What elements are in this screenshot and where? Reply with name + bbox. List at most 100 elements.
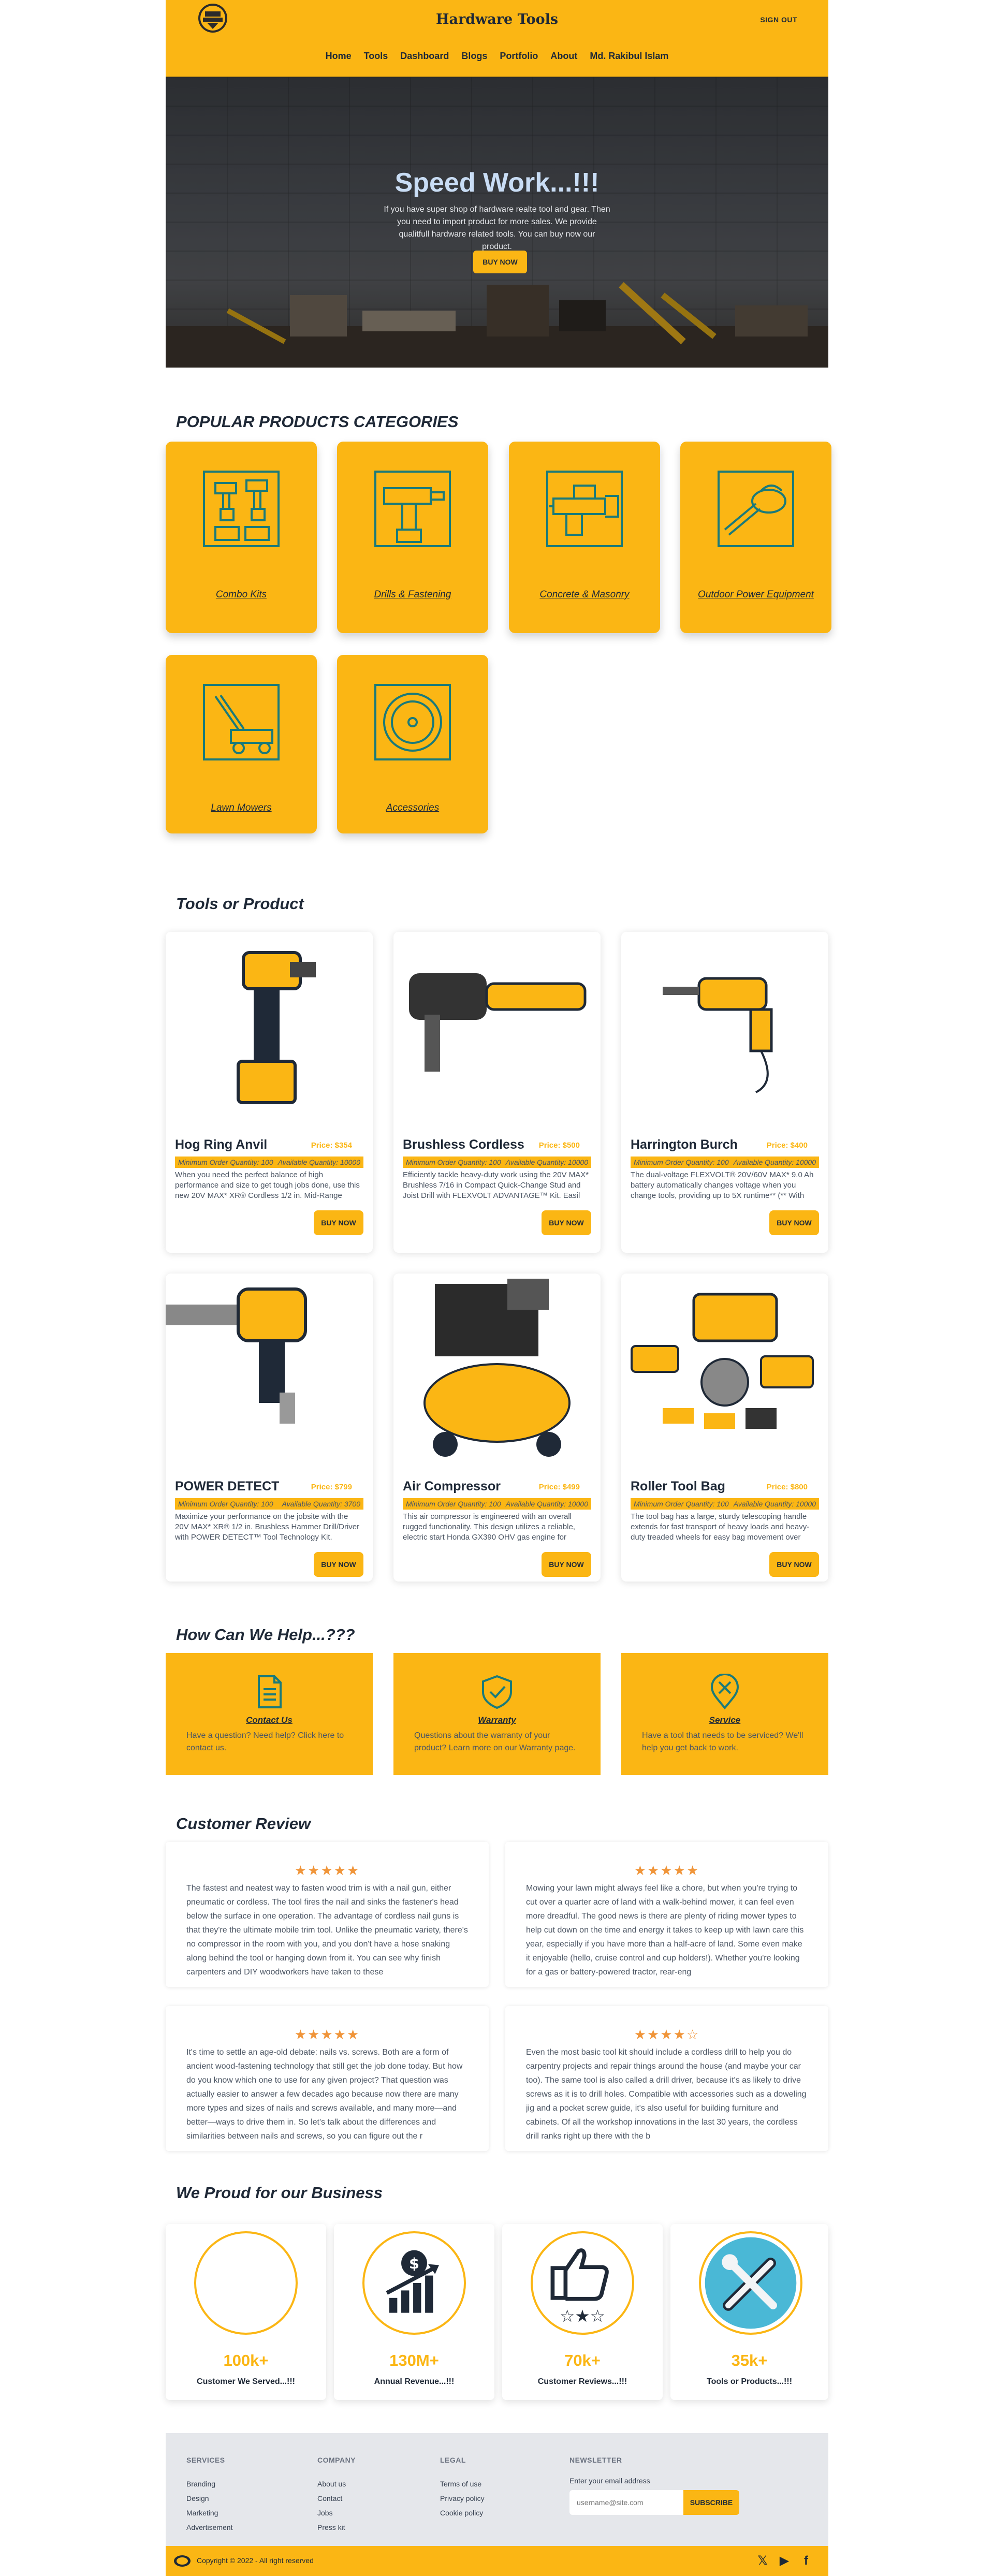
available-quantity: Available Quantity: 10000 xyxy=(505,1500,588,1508)
customers-icon xyxy=(194,2231,298,2335)
stats-title: We Proud for our Business xyxy=(176,2184,383,2202)
category-label: Outdoor Power Equipment xyxy=(698,589,814,600)
subscribe-button[interactable]: SUBSCRIBE xyxy=(683,2490,739,2515)
footer-link[interactable]: Terms of use xyxy=(440,2477,485,2491)
stat-value: 70k+ xyxy=(564,2351,601,2369)
nav-portfolio[interactable]: Portfolio xyxy=(500,51,538,62)
product-price: Price: $400 xyxy=(766,1141,808,1150)
help-card-title: Contact Us xyxy=(246,1715,293,1725)
product-name: Roller Tool Bag xyxy=(631,1479,725,1494)
sign-out-button[interactable]: SIGN OUT xyxy=(760,16,797,24)
footer-link[interactable]: Jobs xyxy=(317,2506,356,2520)
shield-check-icon xyxy=(482,1675,512,1709)
product-quantity-bar: Minimum Order Quantity: 100 Available Qu… xyxy=(631,1498,819,1510)
help-card-contact[interactable]: Contact Us Have a question? Need help? C… xyxy=(166,1653,373,1775)
help-card-description: Have a tool that needs to be serviced? W… xyxy=(642,1731,803,1752)
category-card-accessories[interactable]: Accessories xyxy=(337,655,488,833)
product-image-right-angle-drill xyxy=(409,973,587,1072)
product-card: POWER DETECT Price: $799 Minimum Order Q… xyxy=(166,1274,373,1582)
nav-tools[interactable]: Tools xyxy=(364,51,388,62)
review-text: Mowing your lawn might always feel like … xyxy=(526,1884,804,1977)
product-quantity-bar: Minimum Order Quantity: 100 Available Qu… xyxy=(175,1498,363,1510)
product-description: Efficiently tackle heavy-duty work using… xyxy=(403,1170,589,1200)
footer-link[interactable]: Cookie policy xyxy=(440,2506,485,2520)
nav-blogs[interactable]: Blogs xyxy=(461,51,487,62)
category-card-drills[interactable]: Drills & Fastening xyxy=(337,442,488,633)
tools-icon xyxy=(699,2231,802,2335)
help-card-title: Service xyxy=(709,1715,741,1725)
buy-now-button[interactable]: BUY NOW xyxy=(314,1210,363,1235)
product-price: Price: $800 xyxy=(766,1483,808,1491)
category-label: Concrete & Masonry xyxy=(539,589,630,600)
twitter-icon[interactable]: 𝕏 xyxy=(756,2553,769,2569)
category-label: Lawn Mowers xyxy=(211,802,272,813)
product-price: Price: $500 xyxy=(538,1141,580,1150)
navbar: Hardware Tools SIGN OUT Home Tools Dashb… xyxy=(166,0,828,77)
rating-stars: ★★★★☆ xyxy=(634,2027,700,2042)
category-card-concrete[interactable]: Concrete & Masonry xyxy=(509,442,660,633)
footer-link[interactable]: About us xyxy=(317,2477,356,2491)
help-card-warranty[interactable]: Warranty Questions about the warranty of… xyxy=(393,1653,601,1775)
thumbs-up-stars-icon: ☆★☆ xyxy=(531,2231,634,2335)
product-card: Harrington Burch Price: $400 Minimum Ord… xyxy=(621,932,828,1253)
min-order-quantity: Minimum Order Quantity: 100 xyxy=(634,1158,729,1166)
nav-dashboard[interactable]: Dashboard xyxy=(400,51,449,62)
nav-home[interactable]: Home xyxy=(326,51,352,62)
min-order-quantity: Minimum Order Quantity: 100 xyxy=(406,1158,501,1166)
product-name: Air Compressor xyxy=(403,1479,501,1494)
product-price: Price: $799 xyxy=(311,1483,352,1491)
stat-card-customers: 100k+ Customer We Served...!!! xyxy=(166,2224,326,2400)
saw-blade-icon xyxy=(374,684,451,760)
hero-buy-now-button[interactable]: BUY NOW xyxy=(473,251,527,273)
category-label: Drills & Fastening xyxy=(374,589,451,600)
hero-banner: Speed Work...!!! If you have super shop … xyxy=(166,77,828,368)
footer-link[interactable]: Design xyxy=(186,2491,232,2506)
wrench-location-icon xyxy=(710,1674,739,1710)
product-description: When you need the perfect balance of hig… xyxy=(175,1170,360,1200)
hero-title: Speed Work...!!! xyxy=(394,168,600,198)
available-quantity: Available Quantity: 3700 xyxy=(282,1500,360,1508)
footer-link[interactable]: Press kit xyxy=(317,2520,356,2535)
category-card-combo-kits[interactable]: Combo Kits xyxy=(166,442,317,633)
nav-menu: Home Tools Dashboard Blogs Portfolio Abo… xyxy=(166,51,828,62)
footer-link[interactable]: Privacy policy xyxy=(440,2491,485,2506)
available-quantity: Available Quantity: 10000 xyxy=(505,1158,588,1166)
nav-user-name[interactable]: Md. Rakibul Islam xyxy=(590,51,668,62)
category-card-lawn-mowers[interactable]: Lawn Mowers xyxy=(166,655,317,833)
help-card-description: Have a question? Need help? Click here t… xyxy=(186,1731,344,1752)
buy-now-button[interactable]: BUY NOW xyxy=(542,1552,591,1577)
buy-now-button[interactable]: BUY NOW xyxy=(769,1210,819,1235)
bottom-bar: Copyright © 2022 - All right reserved 𝕏 … xyxy=(166,2546,828,2576)
footer-link[interactable]: Contact xyxy=(317,2491,356,2506)
category-label: Combo Kits xyxy=(215,589,267,600)
youtube-icon[interactable]: ▶ xyxy=(778,2553,791,2569)
stat-value: 100k+ xyxy=(223,2351,269,2369)
product-card: Roller Tool Bag Price: $800 Minimum Orde… xyxy=(621,1274,828,1582)
review-text: The fastest and neatest way to fasten wo… xyxy=(186,1884,468,1977)
help-card-service[interactable]: Service Have a tool that needs to be ser… xyxy=(621,1653,828,1775)
help-title: How Can We Help...??? xyxy=(176,1626,355,1644)
buy-now-button[interactable]: BUY NOW xyxy=(314,1552,363,1577)
product-image-hammer-drill xyxy=(166,1287,307,1424)
lawn-mower-icon xyxy=(203,684,280,760)
available-quantity: Available Quantity: 10000 xyxy=(733,1500,816,1508)
facebook-icon[interactable]: f xyxy=(799,2553,813,2569)
buy-now-button[interactable]: BUY NOW xyxy=(769,1552,819,1577)
stat-value: 35k+ xyxy=(731,2351,768,2369)
footer-company: COMPANY About us Contact Jobs Press kit xyxy=(317,2456,356,2535)
footer: SERVICES Branding Design Marketing Adver… xyxy=(166,2433,828,2546)
review-text: It's time to settle an age-old debate: n… xyxy=(186,2048,463,2141)
categories-title: POPULAR PRODUCTS CATEGORIES xyxy=(176,413,459,431)
category-card-outdoor[interactable]: Outdoor Power Equipment xyxy=(680,442,831,633)
stat-label: Tools or Products...!!! xyxy=(706,2377,793,2386)
stat-card-reviews: ☆★☆ 70k+ Customer Reviews...!!! xyxy=(502,2224,663,2400)
product-card: Brushless Cordless Price: $500 Minimum O… xyxy=(393,932,601,1253)
product-name: POWER DETECT xyxy=(175,1479,280,1494)
newsletter-email-input[interactable] xyxy=(569,2490,683,2515)
footer-link[interactable]: Advertisement xyxy=(186,2520,232,2535)
nav-about[interactable]: About xyxy=(550,51,577,62)
footer-link[interactable]: Marketing xyxy=(186,2506,232,2520)
footer-link[interactable]: Branding xyxy=(186,2477,232,2491)
newsletter-label: Enter your email address xyxy=(569,2477,650,2485)
buy-now-button[interactable]: BUY NOW xyxy=(542,1210,591,1235)
